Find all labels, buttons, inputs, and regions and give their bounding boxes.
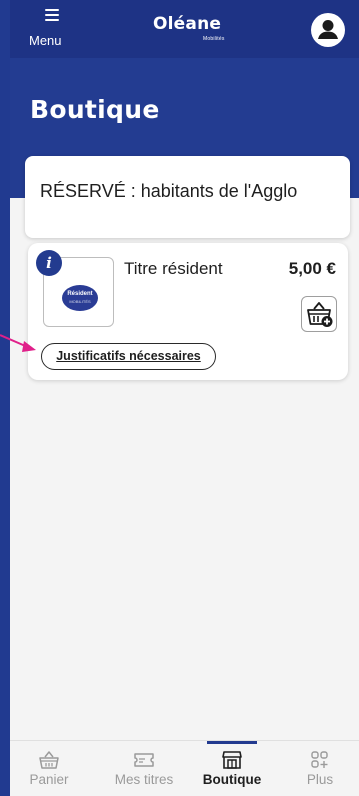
ticket-icon	[134, 753, 154, 767]
banner-text: RÉSERVÉ : habitants de l'Agglo	[40, 181, 298, 201]
thumbnail-label: Résident	[67, 291, 93, 297]
add-to-basket-button[interactable]	[301, 296, 337, 332]
top-app-bar: Menu Oléane Mobilités	[10, 0, 359, 58]
restriction-banner: RÉSERVÉ : habitants de l'Agglo	[25, 156, 350, 238]
shop-icon	[222, 751, 242, 769]
hamburger-icon	[45, 9, 59, 21]
menu-label: Menu	[29, 33, 62, 48]
tab-label: Plus	[306, 772, 334, 787]
product-card[interactable]: Résident MOBILITÉS i Titre résident 5,00…	[28, 243, 348, 380]
required-documents-button[interactable]: Justificatifs nécessaires	[41, 343, 216, 370]
thumbnail-sublabel: MOBILITÉS	[69, 299, 91, 304]
product-name: Titre résident	[124, 259, 223, 278]
bottom-tab-bar: Panier Mes titres Boutique Plus	[10, 740, 359, 796]
tab-label: Panier	[29, 772, 69, 787]
account-avatar-button[interactable]	[311, 13, 345, 47]
grid-plus-icon	[311, 751, 328, 768]
logo-subtext: Mobilités	[203, 36, 225, 42]
tab-boutique[interactable]: Boutique	[196, 741, 268, 796]
logo-text: Oléane	[153, 14, 222, 34]
tab-panier[interactable]: Panier	[20, 741, 78, 796]
left-edge-strip	[0, 0, 10, 796]
annotation-arrow-icon	[0, 334, 36, 352]
product-price: 5,00 €	[288, 259, 336, 278]
tab-mes-titres[interactable]: Mes titres	[100, 741, 188, 796]
basket-add-icon	[307, 302, 333, 327]
info-icon[interactable]: i	[36, 250, 62, 276]
tab-label: Mes titres	[114, 772, 174, 787]
tab-label: Boutique	[202, 772, 262, 787]
product-thumbnail-badge: Résident MOBILITÉS	[62, 285, 98, 311]
page-title: Boutique	[30, 95, 160, 124]
basket-icon	[39, 751, 59, 769]
brand-logo: Oléane Mobilités	[153, 14, 233, 48]
user-icon	[312, 14, 344, 46]
tab-plus[interactable]: Plus	[295, 741, 345, 796]
